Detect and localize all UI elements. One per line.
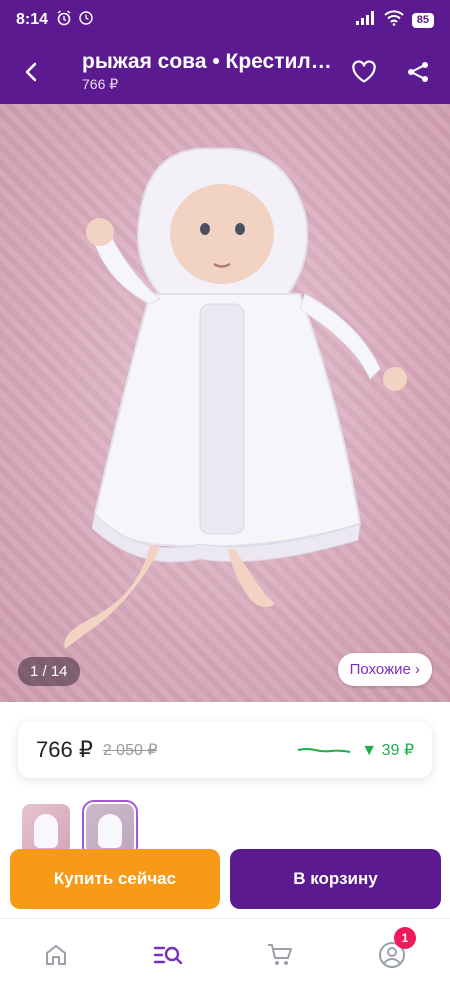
status-bar: 8:14 85 [0, 0, 450, 40]
price-history-sparkline [298, 748, 351, 753]
buy-now-button[interactable]: Купить сейчас [10, 849, 220, 909]
thumbnail-strip [22, 800, 138, 858]
nav-home[interactable] [36, 935, 76, 975]
share-button[interactable] [400, 54, 436, 90]
thumbnail-1[interactable] [22, 804, 70, 854]
title-block: рыжая сова • Крестильная... 766 ₽ [82, 50, 332, 93]
thumbnail-2[interactable] [82, 800, 138, 858]
cart-icon [268, 944, 292, 965]
baby-in-christening-gown-illustration [64, 147, 407, 649]
image-counter: 1 / 14 [18, 657, 80, 686]
catalog-search-icon [153, 946, 183, 965]
similar-button[interactable]: Похожие › [337, 653, 432, 686]
current-price: 766 ₽ [36, 737, 93, 762]
clock-icon [78, 10, 94, 31]
battery-icon: 85 [411, 12, 434, 28]
status-right: 85 [355, 9, 434, 31]
price-change: ▼ 39 ₽ [361, 742, 414, 759]
old-price: 2 050 ₽ [102, 742, 158, 759]
back-button[interactable] [14, 54, 50, 90]
profile-notification-badge: 1 [394, 927, 416, 949]
page-subtitle-price: 766 ₽ [82, 76, 119, 92]
favorite-button[interactable] [346, 54, 382, 90]
add-to-cart-button[interactable]: В корзину [230, 849, 441, 909]
home-icon [46, 945, 66, 965]
alarm-icon [56, 9, 72, 31]
product-screen: 8:14 85 рыжая сова • Крестильная... 766 … [0, 0, 450, 1000]
price-trend[interactable]: ▼ 39 ₽ [297, 740, 414, 760]
product-image[interactable]: 1 / 14 Похожие › [0, 104, 450, 702]
price-card: 766 ₽ 2 050 ₽ ▼ 39 ₽ [18, 722, 432, 778]
nav-cart[interactable] [260, 935, 300, 975]
bottom-navigation: 1 [0, 918, 450, 1000]
page-title: рыжая сова • Крестильная... [82, 50, 332, 73]
heart-icon [352, 60, 376, 83]
nav-catalog[interactable] [148, 935, 188, 975]
wifi-icon [384, 9, 404, 31]
share-icon [408, 62, 428, 82]
status-time: 8:14 [16, 11, 49, 28]
app-bar: рыжая сова • Крестильная... 766 ₽ [0, 40, 450, 104]
signal-icon [355, 10, 376, 30]
back-arrow-icon [25, 62, 37, 82]
